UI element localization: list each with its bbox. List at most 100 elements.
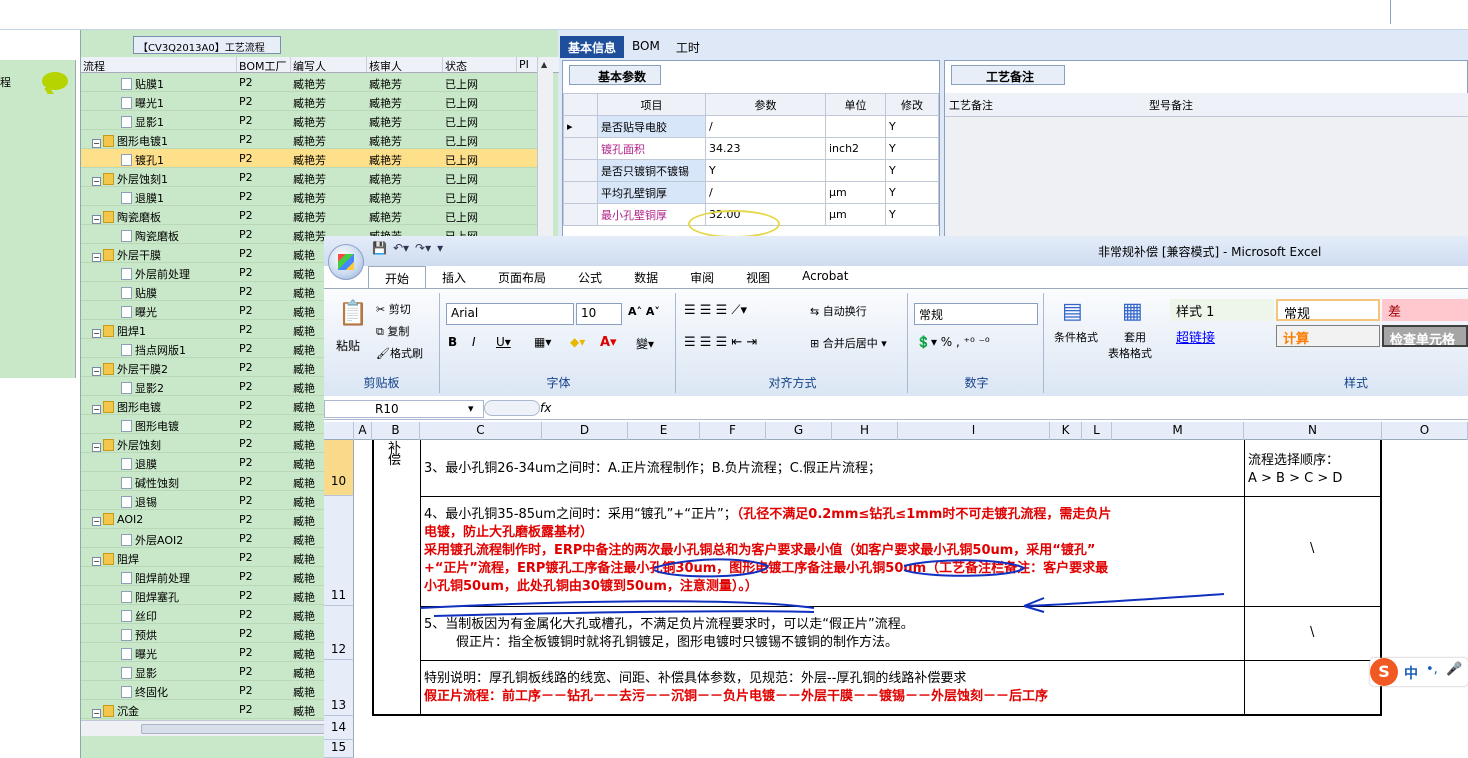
bp-row[interactable]: 是否只镀铜不镀锡 Y Y xyxy=(563,159,939,182)
ime-punct-icon[interactable]: •, xyxy=(1426,662,1438,677)
bp-unit[interactable]: inch2 xyxy=(825,137,886,160)
collapse-icon[interactable]: − xyxy=(92,177,101,186)
col-O[interactable]: O xyxy=(1382,422,1468,440)
col-N[interactable]: N xyxy=(1244,422,1382,440)
ribbon-tab-view[interactable]: 视图 xyxy=(730,266,786,288)
namebox-dropdown-icon[interactable]: ▾ xyxy=(468,402,474,415)
collapse-icon[interactable]: − xyxy=(92,557,101,566)
bp-unit[interactable] xyxy=(825,115,886,138)
tree-col-editor[interactable]: 编写人 xyxy=(291,57,367,72)
bp-value[interactable]: Y xyxy=(705,159,826,182)
format-painter-button[interactable]: 🖌格式刷 xyxy=(376,345,423,361)
collapse-icon[interactable]: − xyxy=(92,517,101,526)
collapse-icon[interactable]: − xyxy=(92,443,101,452)
tab-bom[interactable]: BOM xyxy=(624,36,668,58)
qat-more-icon[interactable]: ▾ xyxy=(437,241,443,255)
align-top-icon[interactable]: ☰ ☰ ☰ ⟋▾ xyxy=(684,303,747,318)
bp-mod[interactable]: Y xyxy=(885,115,939,138)
bp-value[interactable]: / xyxy=(705,181,826,204)
collapse-icon[interactable]: − xyxy=(92,405,101,414)
font-size-select[interactable]: 10 xyxy=(576,303,622,325)
bp-item[interactable]: 镀孔面积 xyxy=(597,137,706,160)
ribbon-tab-home[interactable]: 开始 xyxy=(368,266,427,288)
office-button[interactable] xyxy=(328,244,364,280)
formula-expand[interactable] xyxy=(484,400,540,416)
bp-mod[interactable]: Y xyxy=(885,181,939,204)
ime-toolbar[interactable]: S 中 •, 🎤 xyxy=(1370,658,1468,686)
collapse-icon[interactable]: − xyxy=(92,709,101,718)
col-I[interactable]: I xyxy=(898,422,1050,440)
italic-button[interactable]: I xyxy=(472,335,476,349)
col-L[interactable]: L xyxy=(1082,422,1112,440)
col-M[interactable]: M xyxy=(1112,422,1244,440)
sogou-icon[interactable]: S xyxy=(1370,658,1398,686)
undo-icon[interactable]: ↶▾ xyxy=(393,241,409,255)
bp-value[interactable]: 34.23 xyxy=(705,137,826,160)
wrap-text-button[interactable]: ⇆ 自动换行 xyxy=(810,303,867,319)
ribbon-tab-insert[interactable]: 插入 xyxy=(426,266,482,288)
worksheet[interactable]: 10 11 12 13 14 15 补 偿 3、最小孔铜26-34um之间时：A… xyxy=(324,440,1468,758)
tree-col-bom[interactable]: BOM工厂 xyxy=(237,57,291,72)
collapse-icon[interactable]: − xyxy=(92,253,101,262)
collapse-icon[interactable]: − xyxy=(92,329,101,338)
ribbon-tab-layout[interactable]: 页面布局 xyxy=(482,266,562,288)
tree-row[interactable]: − 外层蚀刻1 P2 臧艳芳 臧艳芳 已上网 xyxy=(81,168,537,187)
name-box[interactable]: R10 xyxy=(324,400,484,418)
bp-unit[interactable]: μm xyxy=(825,181,886,204)
style-calc[interactable]: 计算 xyxy=(1276,325,1380,347)
style-1[interactable]: 样式 1 xyxy=(1170,299,1274,321)
cut-button[interactable]: ✂ 剪切 xyxy=(376,301,411,317)
tree-row[interactable]: 显影1 P2 臧艳芳 臧艳芳 已上网 xyxy=(81,111,537,130)
tree-col-status[interactable]: 状态 xyxy=(443,57,517,72)
conditional-format-icon[interactable]: ▤ xyxy=(1062,299,1083,324)
process-notes-body[interactable] xyxy=(945,117,1468,241)
tree-row[interactable]: 镀孔1 P2 臧艳芳 臧艳芳 已上网 xyxy=(81,149,537,168)
style-hyperlink[interactable]: 超链接 xyxy=(1170,325,1274,347)
bold-button[interactable]: B xyxy=(448,335,457,349)
fill-color-icon[interactable]: ◆▾ xyxy=(570,335,585,349)
col-D[interactable]: D xyxy=(542,422,628,440)
microphone-icon[interactable]: 🎤 xyxy=(1446,662,1462,677)
ime-lang[interactable]: 中 xyxy=(1404,663,1418,683)
table-format-label2[interactable]: 表格格式 xyxy=(1108,345,1152,361)
phonetic-icon[interactable]: 變▾ xyxy=(636,335,654,352)
bp-col-unit[interactable]: 单位 xyxy=(825,93,886,116)
ribbon-tab-formulas[interactable]: 公式 xyxy=(562,266,618,288)
col-E[interactable]: E xyxy=(628,422,700,440)
save-icon[interactable]: 💾 xyxy=(372,241,387,255)
col-K[interactable]: K xyxy=(1050,422,1082,440)
merge-center-button[interactable]: ⊞ 合并后居中 ▾ xyxy=(810,335,887,351)
bp-item[interactable]: 是否只镀铜不镀锡 xyxy=(597,159,706,182)
bp-unit[interactable]: μm xyxy=(825,203,886,226)
style-check[interactable]: 检查单元格 xyxy=(1382,325,1468,347)
col-B[interactable]: B xyxy=(372,422,420,440)
table-format-button[interactable]: 套用 xyxy=(1124,329,1146,345)
font-color-icon[interactable]: A▾ xyxy=(600,335,617,350)
font-name-select[interactable]: Arial xyxy=(446,303,574,325)
ribbon-tab-data[interactable]: 数据 xyxy=(618,266,674,288)
tree-col-process[interactable]: 流程 xyxy=(81,57,237,72)
chat-bubble-icon[interactable] xyxy=(42,72,68,90)
underline-button[interactable]: U▾ xyxy=(496,335,511,349)
bp-value[interactable]: / xyxy=(705,115,826,138)
bp-col-mod[interactable]: 修改 xyxy=(885,93,939,116)
basic-params-tab[interactable]: 基本参数 xyxy=(569,65,661,85)
tree-row[interactable]: 贴膜1 P2 臧艳芳 臧艳芳 已上网 xyxy=(81,73,537,92)
paste-button[interactable]: 粘贴 xyxy=(336,337,360,354)
bp-mod[interactable]: Y xyxy=(885,203,939,226)
align-left-icon[interactable]: ☰ ☰ ☰ ⇤ ⇥ xyxy=(684,335,757,350)
tree-col-reviewer[interactable]: 核审人 xyxy=(367,57,443,72)
percent-icon[interactable]: 💲▾ % , ⁺⁰ ⁻⁰ xyxy=(916,335,990,349)
bp-row[interactable]: 平均孔壁铜厚 / μm Y xyxy=(563,181,939,204)
bp-row[interactable]: 镀孔面积 34.23 inch2 Y xyxy=(563,137,939,160)
bp-col-value[interactable]: 参数 xyxy=(705,93,826,116)
tree-row[interactable]: − 陶瓷磨板 P2 臧艳芳 臧艳芳 已上网 xyxy=(81,206,537,225)
tab-basic-info[interactable]: 基本信息 xyxy=(560,36,625,58)
paste-icon[interactable]: 📋 xyxy=(338,299,368,327)
collapse-icon[interactable]: − xyxy=(92,139,101,148)
collapse-icon[interactable]: − xyxy=(92,215,101,224)
scroll-up-icon[interactable]: ▲ xyxy=(541,60,547,69)
bp-unit[interactable] xyxy=(825,159,886,182)
left-nav[interactable]: 程 xyxy=(0,60,76,378)
table-format-icon[interactable]: ▦ xyxy=(1122,299,1143,324)
